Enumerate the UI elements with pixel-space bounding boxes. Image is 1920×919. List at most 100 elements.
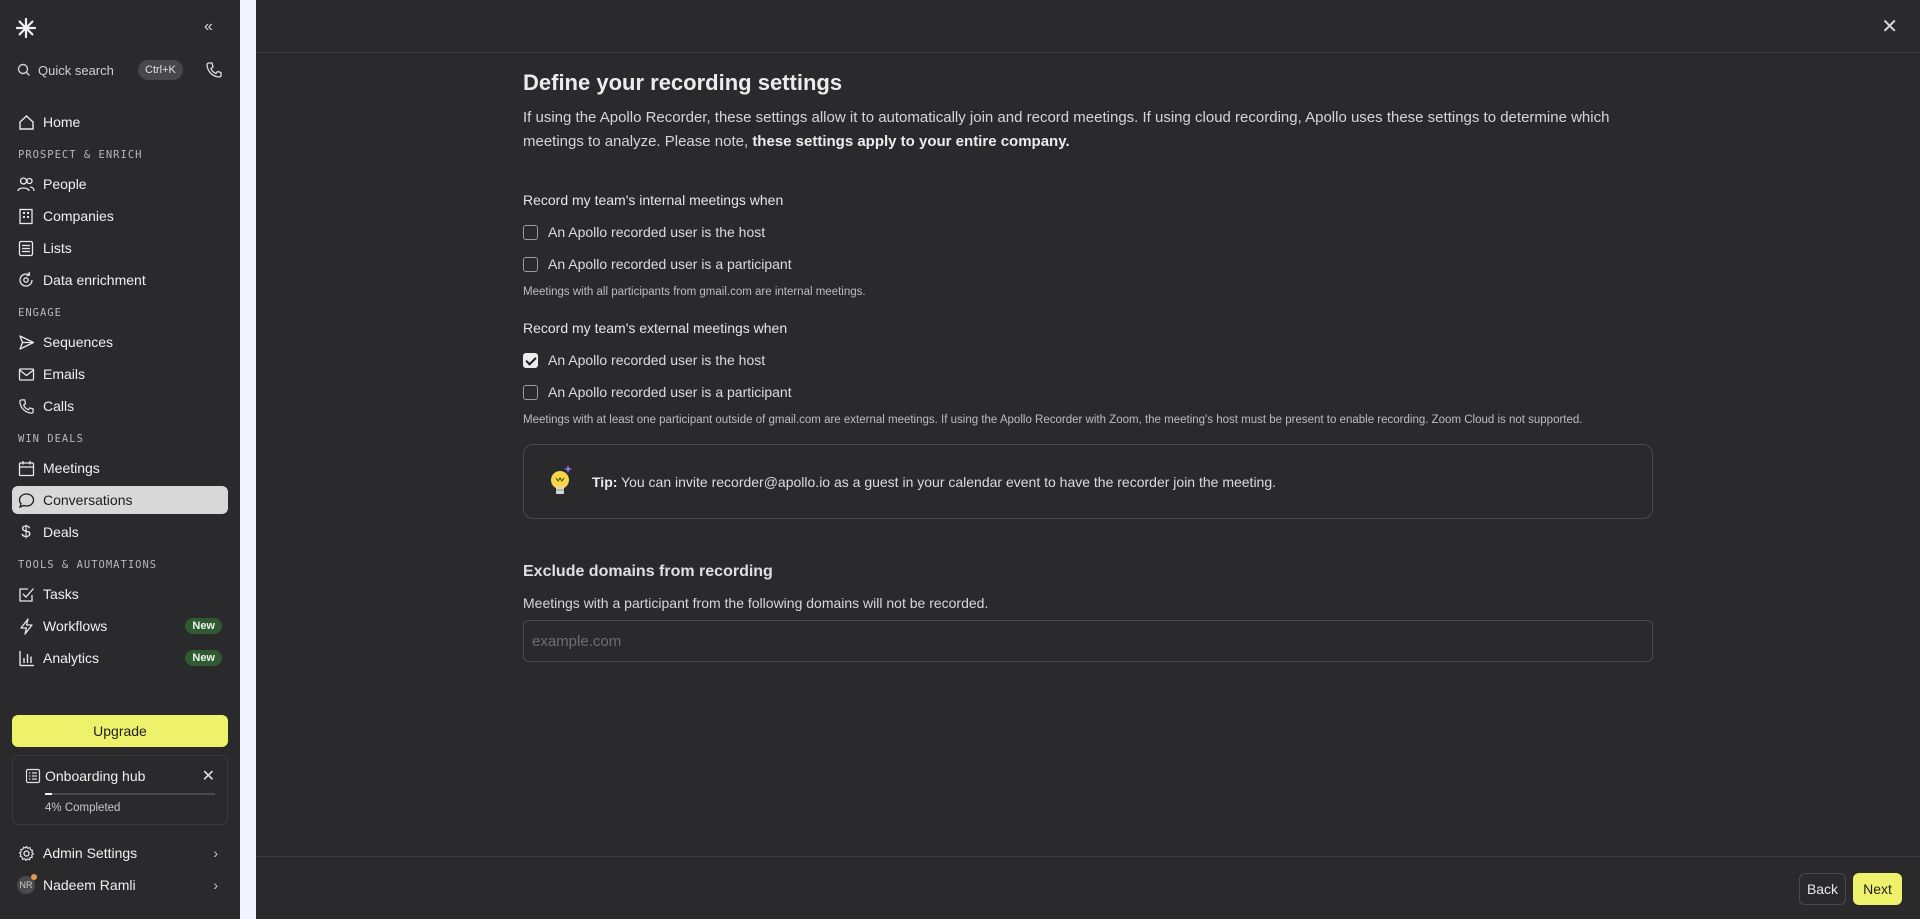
sidebar-item-tasks[interactable]: Tasks bbox=[12, 580, 228, 608]
phone-icon[interactable] bbox=[205, 61, 223, 79]
sidebar-item-label: Tasks bbox=[43, 586, 79, 602]
sidebar-item-companies[interactable]: Companies bbox=[12, 202, 228, 230]
sidebar-item-calls[interactable]: Calls bbox=[12, 392, 228, 420]
internal-meetings-note: Meetings with all participants from gmai… bbox=[523, 286, 866, 298]
avatar: NR bbox=[17, 874, 37, 894]
external-participant-option[interactable]: An Apollo recorded user is a participant bbox=[523, 376, 1653, 408]
sidebar-item-label: People bbox=[43, 176, 87, 192]
new-badge: New bbox=[185, 650, 222, 666]
checklist-icon bbox=[25, 768, 41, 784]
chevron-right-icon: › bbox=[213, 845, 218, 861]
sidebar-item-label: Deals bbox=[43, 524, 79, 540]
sidebar-item-data-enrichment[interactable]: Data enrichment bbox=[12, 266, 228, 294]
external-host-checkbox[interactable] bbox=[523, 352, 538, 368]
tip-box: Tip: You can invite recorder@apollo.io a… bbox=[523, 444, 1653, 519]
internal-host-checkbox[interactable] bbox=[523, 224, 538, 240]
sidebar-item-label: Analytics bbox=[43, 650, 100, 666]
upgrade-button[interactable]: Upgrade bbox=[12, 715, 228, 747]
sidebar: « Quick search Ctrl+K Home PROSPECT & EN… bbox=[0, 0, 240, 919]
sidebar-item-label: Meetings bbox=[43, 460, 100, 476]
sidebar-item-label: Lists bbox=[43, 240, 72, 256]
user-name: Nadeem Ramli bbox=[43, 877, 136, 893]
checkbox-label: An Apollo recorded user is a participant bbox=[548, 384, 792, 400]
internal-participant-option[interactable]: An Apollo recorded user is a participant bbox=[523, 248, 1653, 280]
sidebar-item-conversations[interactable]: Conversations bbox=[12, 486, 228, 514]
tip-label: Tip: bbox=[592, 473, 618, 490]
send-icon bbox=[17, 333, 35, 351]
section-prospect-enrich: PROSPECT & ENRICH bbox=[18, 149, 143, 161]
building-icon bbox=[17, 207, 35, 225]
search-icon bbox=[16, 62, 32, 78]
sidebar-item-label: Calls bbox=[43, 398, 75, 414]
sidebar-item-label: Conversations bbox=[43, 492, 133, 508]
sidebar-item-label: Emails bbox=[43, 366, 86, 382]
sidebar-item-user[interactable]: NR Nadeem Ramli › bbox=[12, 871, 228, 899]
recording-settings-form: Define your recording settings If using … bbox=[523, 70, 1653, 662]
sidebar-item-people[interactable]: People bbox=[12, 170, 228, 198]
lightning-icon bbox=[17, 617, 35, 635]
shortcut-badge: Ctrl+K bbox=[138, 60, 183, 80]
onboarding-hub-card[interactable]: Onboarding hub ✕ 4% Completed bbox=[12, 755, 228, 825]
sidebar-item-meetings[interactable]: Meetings bbox=[12, 454, 228, 482]
sidebar-item-emails[interactable]: Emails bbox=[12, 360, 228, 388]
sidebar-item-home[interactable]: Home bbox=[12, 108, 228, 136]
main-panel: ✕ Define your recording settings If usin… bbox=[256, 0, 1920, 919]
sidebar-item-label: Home bbox=[43, 114, 81, 130]
footer-divider bbox=[256, 856, 1920, 857]
collapse-sidebar-icon[interactable]: « bbox=[204, 18, 213, 36]
sidebar-divider bbox=[240, 0, 256, 919]
section-tools-automations: TOOLS & AUTOMATIONS bbox=[18, 559, 158, 571]
sidebar-item-lists[interactable]: Lists bbox=[12, 234, 228, 262]
description-bold-text: these settings apply to your entire comp… bbox=[752, 133, 1070, 150]
sidebar-item-sequences[interactable]: Sequences bbox=[12, 328, 228, 356]
bar-chart-icon bbox=[17, 649, 35, 667]
onboarding-progress-bar bbox=[45, 793, 215, 795]
tip-body: You can invite recorder@apollo.io as a g… bbox=[617, 473, 1277, 490]
internal-host-option[interactable]: An Apollo recorded user is the host bbox=[523, 216, 1653, 248]
exclude-domains-title: Exclude domains from recording bbox=[523, 563, 773, 580]
next-button[interactable]: Next bbox=[1853, 873, 1902, 905]
sidebar-item-admin-settings[interactable]: Admin Settings › bbox=[12, 839, 228, 867]
onboarding-progress-label: 4% Completed bbox=[45, 802, 121, 814]
external-meetings-note: Meetings with at least one participant o… bbox=[523, 414, 1583, 426]
exclude-domains-input[interactable] bbox=[523, 620, 1653, 662]
task-check-icon bbox=[17, 585, 35, 603]
sidebar-item-deals[interactable]: $ Deals bbox=[12, 518, 228, 546]
external-participant-checkbox[interactable] bbox=[523, 384, 538, 400]
sidebar-item-label: Admin Settings bbox=[43, 845, 138, 861]
internal-participant-checkbox[interactable] bbox=[523, 256, 538, 272]
lightbulb-icon bbox=[544, 462, 576, 502]
chat-bubble-icon bbox=[17, 491, 35, 509]
section-win-deals: WIN DEALS bbox=[18, 433, 84, 445]
checkbox-label: An Apollo recorded user is the host bbox=[548, 352, 766, 368]
quick-search-label: Quick search bbox=[38, 62, 114, 78]
page-description: If using the Apollo Recorder, these sett… bbox=[523, 106, 1653, 154]
people-icon bbox=[17, 175, 35, 193]
close-icon[interactable]: ✕ bbox=[202, 766, 215, 786]
chevron-right-icon: › bbox=[213, 877, 218, 893]
sidebar-item-analytics[interactable]: Analytics New bbox=[12, 644, 228, 672]
sidebar-item-label: Workflows bbox=[43, 618, 108, 634]
exclude-domains-subtitle: Meetings with a participant from the fol… bbox=[523, 595, 989, 611]
checkbox-label: An Apollo recorded user is a participant bbox=[548, 256, 792, 272]
mail-icon bbox=[17, 365, 35, 383]
onboarding-progress-fill bbox=[45, 793, 52, 795]
sidebar-item-label: Companies bbox=[43, 208, 114, 224]
gear-icon bbox=[17, 844, 35, 862]
apollo-logo-icon[interactable] bbox=[15, 17, 37, 39]
list-icon bbox=[17, 239, 35, 257]
new-badge: New bbox=[185, 618, 222, 634]
dollar-icon: $ bbox=[21, 522, 31, 541]
calendar-icon bbox=[17, 459, 35, 477]
section-engage: ENGAGE bbox=[18, 307, 62, 319]
sidebar-item-workflows[interactable]: Workflows New bbox=[12, 612, 228, 640]
external-host-option[interactable]: An Apollo recorded user is the host bbox=[523, 344, 1653, 376]
close-icon[interactable]: ✕ bbox=[1881, 14, 1898, 39]
back-button[interactable]: Back bbox=[1799, 873, 1846, 905]
avatar-initials: NR bbox=[19, 880, 33, 890]
page-title: Define your recording settings bbox=[523, 70, 843, 95]
header-divider bbox=[256, 52, 1920, 53]
internal-meetings-title: Record my team's internal meetings when bbox=[523, 192, 784, 208]
checkbox-label: An Apollo recorded user is the host bbox=[548, 224, 766, 240]
sidebar-item-label: Data enrichment bbox=[43, 272, 146, 288]
